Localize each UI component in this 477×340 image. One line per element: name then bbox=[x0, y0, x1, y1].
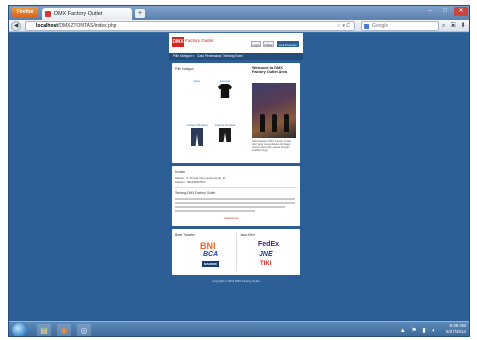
start-button-icon[interactable] bbox=[12, 323, 27, 336]
browser-window: Firefox DMX Factory Outlet + – □ ✕ ◀ loc… bbox=[8, 5, 470, 337]
shirt-icon bbox=[218, 84, 232, 98]
mannequin-figure bbox=[260, 114, 265, 132]
bni-logo: BNI bbox=[200, 241, 216, 251]
menu-item-about[interactable]: Tentang Kami bbox=[223, 53, 243, 60]
tiki-logo: TIKI bbox=[260, 261, 272, 267]
main-menu: Pilih Kategori ▾ Cara Pemesanan Tentang … bbox=[169, 53, 303, 60]
logo-mark: DMX bbox=[172, 37, 184, 47]
login-button[interactable]: Login bbox=[251, 41, 261, 47]
site-container: DMX Factory Outlet Login Daftar Cek Pesa… bbox=[169, 33, 303, 321]
store-photo bbox=[252, 83, 296, 138]
read-more-link[interactable]: Selanjutnya bbox=[224, 216, 239, 220]
welcome-caption: Toko Pakaian DMX Factory Outlet, toko ya… bbox=[252, 140, 292, 152]
check-order-button[interactable]: Cek Pesanan bbox=[277, 41, 299, 47]
products-title: Pilih Kategori bbox=[175, 67, 194, 71]
tab-title: DMX Factory Outlet bbox=[54, 11, 103, 17]
clock-date: 6/27/2014 bbox=[445, 328, 466, 334]
site-footer: Copyright © 2014 DMX Factory Outlet bbox=[212, 279, 260, 283]
shipping-title: Jasa Kirim bbox=[240, 233, 255, 237]
product-label: Kemeja bbox=[219, 79, 231, 83]
logo-text: Factory Outlet bbox=[185, 38, 214, 43]
product-celana-pendek[interactable]: Celana Pendek bbox=[214, 123, 236, 151]
pants-icon bbox=[191, 128, 203, 146]
tab-favicon-icon bbox=[45, 11, 51, 17]
clock-time: 9:39 AM bbox=[449, 323, 466, 328]
jne-logo: JNE bbox=[259, 251, 273, 258]
title-bar: Firefox DMX Factory Outlet + – □ ✕ bbox=[9, 6, 469, 20]
contact-title: Kontak bbox=[175, 170, 185, 174]
screenshot: Firefox DMX Factory Outlet + – □ ✕ ◀ loc… bbox=[0, 0, 477, 340]
tshirt-icon bbox=[190, 84, 204, 98]
minimize-icon[interactable]: – bbox=[423, 7, 437, 16]
divider bbox=[175, 187, 297, 188]
about-text-line bbox=[175, 210, 255, 212]
bookmark-reload-icons[interactable]: ☆ ▾ C bbox=[337, 22, 350, 31]
site-logo[interactable]: DMX Factory Outlet bbox=[172, 37, 214, 47]
system-tray-icons[interactable]: ▲ ⚑ ▮ ◖ bbox=[400, 327, 437, 334]
product-label: Celana Pendek bbox=[214, 123, 236, 127]
page-viewport: DMX Factory Outlet Login Daftar Cek Pesa… bbox=[9, 33, 469, 321]
address-bar[interactable]: localhost/DMXZTONTAS/index.php ☆ ▾ C bbox=[25, 21, 355, 31]
about-text-line bbox=[175, 198, 295, 200]
site-header: DMX Factory Outlet Login Daftar Cek Pesa… bbox=[169, 33, 303, 53]
about-title: Tentang DMX Factory Outlet bbox=[175, 191, 216, 195]
firefox-icon[interactable]: ◉ bbox=[57, 324, 71, 336]
about-text-line bbox=[175, 202, 295, 204]
url-path: /DMXZTONTAS/index.php bbox=[57, 23, 117, 29]
product-kemeja[interactable]: Kemeja bbox=[214, 79, 236, 107]
bca-logo: BCA bbox=[203, 251, 219, 258]
welcome-title: Welcome to DMX Factory Outlet Area bbox=[252, 66, 288, 74]
menu-item-how-to-order[interactable]: Cara Pemesanan bbox=[197, 53, 222, 60]
back-button[interactable]: ◀ bbox=[11, 21, 21, 31]
clock[interactable]: 9:39 AM 6/27/2014 bbox=[446, 323, 466, 334]
new-tab-button[interactable]: + bbox=[135, 9, 145, 18]
info-panel: Kontak Alamat : Jl. Ahmad Yani Lampung N… bbox=[172, 166, 300, 226]
product-label: Kaos bbox=[193, 79, 201, 83]
product-kaos[interactable]: Kaos bbox=[186, 79, 208, 107]
url-host: localhost bbox=[36, 23, 58, 29]
payment-title: Bank Transfer bbox=[175, 233, 195, 237]
fedex-logo: FedEx bbox=[258, 241, 280, 248]
product-celana-panjang[interactable]: Celana Panjang bbox=[186, 123, 208, 151]
tab-dmx-factory-outlet[interactable]: DMX Factory Outlet bbox=[42, 8, 132, 20]
windows-taskbar: ▤ ◉ ◎ ▲ ⚑ ▮ ◖ 9:39 AM 6/27/2014 bbox=[9, 321, 469, 336]
app-icon[interactable]: ◎ bbox=[77, 324, 91, 336]
search-placeholder: Google bbox=[372, 23, 389, 29]
maximize-icon[interactable]: □ bbox=[438, 7, 452, 16]
search-input[interactable]: Google bbox=[361, 21, 439, 31]
navigation-toolbar: ◀ localhost/DMXZTONTAS/index.php ☆ ▾ C G… bbox=[9, 20, 469, 39]
products-panel: Pilih Kategori Kaos Kemeja Celana Panjan… bbox=[172, 63, 300, 163]
mannequin-figure bbox=[284, 114, 289, 132]
explorer-icon[interactable]: ▤ bbox=[37, 324, 51, 336]
register-button[interactable]: Daftar bbox=[263, 41, 274, 47]
mannequin-figure bbox=[272, 114, 277, 132]
panel-divider bbox=[236, 233, 237, 271]
menu-item-category[interactable]: Pilih Kategori ▾ bbox=[173, 53, 194, 60]
mandiri-logo: MANDIRI bbox=[202, 261, 219, 267]
shorts-icon bbox=[219, 128, 231, 142]
about-text-line bbox=[175, 206, 285, 208]
contact-phone: Telepon : 0812345678xx bbox=[175, 180, 206, 184]
firefox-menu-button[interactable]: Firefox bbox=[12, 7, 38, 17]
payment-shipping-panel: Bank Transfer Jasa Kirim BNI BCA MANDIRI… bbox=[172, 229, 300, 275]
close-icon[interactable]: ✕ bbox=[454, 7, 468, 16]
product-label: Celana Panjang bbox=[186, 123, 208, 127]
google-icon bbox=[364, 24, 369, 29]
